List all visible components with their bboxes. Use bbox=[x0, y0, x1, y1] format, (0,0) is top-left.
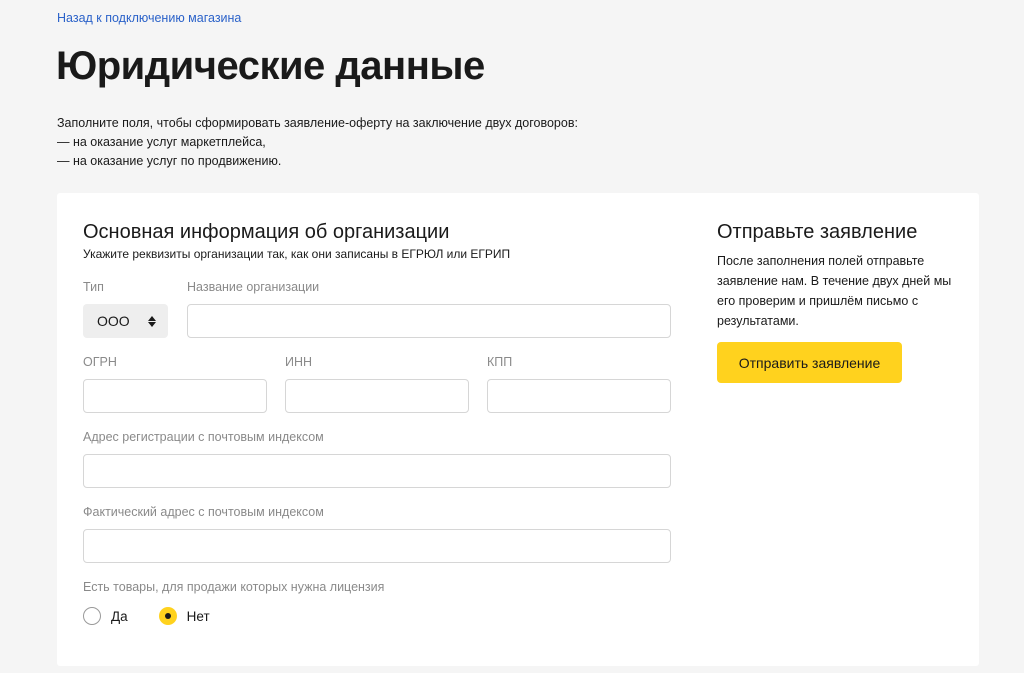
section-title: Основная информация об организации bbox=[83, 221, 450, 243]
type-select[interactable]: ООО bbox=[83, 304, 168, 338]
org-name-label: Название организации bbox=[187, 280, 320, 294]
intro-text: Заполните поля, чтобы сформировать заявл… bbox=[57, 114, 578, 171]
legal-data-card: Основная информация об организации Укажи… bbox=[57, 193, 979, 666]
intro-line: — на оказание услуг по продвижению. bbox=[57, 154, 282, 168]
license-radio-no[interactable]: Нет bbox=[158, 607, 210, 625]
inn-label: ИНН bbox=[285, 355, 313, 369]
type-select-value: ООО bbox=[97, 313, 130, 329]
radio-label: Да bbox=[111, 608, 128, 624]
radio-label: Нет bbox=[186, 608, 210, 624]
license-radio-group: Да Нет bbox=[83, 607, 241, 625]
ogrn-input[interactable] bbox=[83, 379, 267, 413]
sort-arrows-icon bbox=[148, 315, 156, 327]
kpp-input[interactable] bbox=[487, 379, 671, 413]
actual-address-label: Фактический адрес с почтовым индексом bbox=[83, 505, 324, 519]
section-subtitle: Укажите реквизиты организации так, как о… bbox=[83, 247, 511, 261]
back-to-shop-link[interactable]: Назад к подключению магазина bbox=[57, 11, 241, 25]
submit-application-button[interactable]: Отправить заявление bbox=[717, 342, 902, 383]
type-label: Тип bbox=[83, 280, 104, 294]
submit-section-title: Отправьте заявление bbox=[717, 221, 918, 243]
actual-address-input[interactable] bbox=[83, 529, 671, 563]
page-title: Юридические данные bbox=[56, 44, 485, 88]
radio-checked-icon bbox=[158, 607, 177, 625]
kpp-label: КПП bbox=[487, 355, 513, 369]
radio-unchecked-icon bbox=[83, 607, 101, 625]
submit-section-text: После заполнения полей отправьте заявлен… bbox=[717, 254, 952, 328]
license-radio-yes[interactable]: Да bbox=[83, 607, 128, 625]
intro-line: — на оказание услуг маркетплейса, bbox=[57, 135, 266, 149]
intro-line: Заполните поля, чтобы сформировать заявл… bbox=[57, 116, 578, 130]
license-question: Есть товары, для продажи которых нужна л… bbox=[83, 580, 385, 594]
ogrn-label: ОГРН bbox=[83, 355, 117, 369]
inn-input[interactable] bbox=[285, 379, 469, 413]
org-name-input[interactable] bbox=[187, 304, 671, 338]
reg-address-label: Адрес регистрации с почтовым индексом bbox=[83, 430, 324, 444]
reg-address-input[interactable] bbox=[83, 454, 671, 488]
